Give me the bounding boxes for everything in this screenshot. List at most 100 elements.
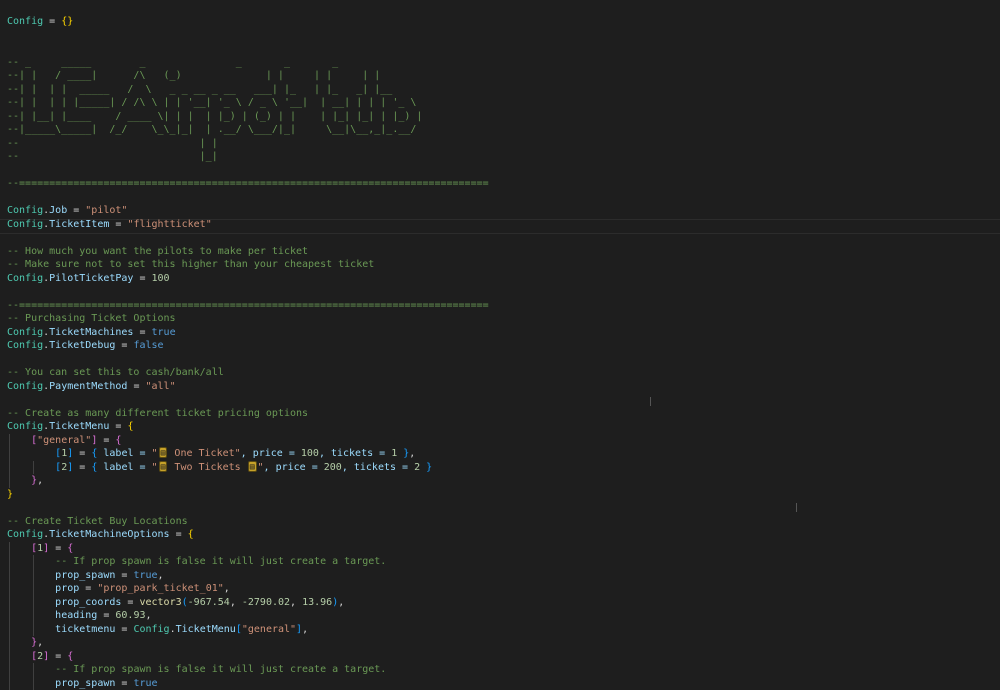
- code-line[interactable]: },: [7, 636, 43, 650]
- code-token: Config: [133, 624, 169, 635]
- code-line[interactable]: --| | | | |_____| / /\ \ | | '__| '_ \ /…: [7, 96, 416, 110]
- code-token: prop_spawn: [55, 570, 115, 581]
- code-token: TicketMenu: [49, 421, 109, 432]
- code-token: -- Purchasing Ticket Options: [7, 313, 176, 324]
- code-token: =: [121, 597, 139, 608]
- code-line[interactable]: prop_spawn = true: [7, 677, 158, 690]
- code-token: [7, 448, 55, 459]
- code-line[interactable]: --======================================…: [7, 299, 489, 313]
- code-editor[interactable]: Config = {} -- _ _____ _ _ _ _--| | / ___…: [0, 0, 1000, 670]
- code-token: ,: [290, 597, 302, 608]
- code-line[interactable]: --|_____\_____| /_/ \_\_|_| | .__/ \___/…: [7, 123, 416, 137]
- code-token: [7, 651, 31, 662]
- code-token: TicketItem: [49, 219, 109, 230]
- code-line[interactable]: -- |_|: [7, 150, 218, 164]
- code-token: --| | / ____| /\ (_) | | | | | |: [7, 70, 380, 81]
- code-line[interactable]: -- _ _____ _ _ _ _: [7, 56, 338, 70]
- code-line[interactable]: }: [7, 488, 13, 502]
- code-token: --======================================…: [7, 178, 489, 189]
- code-line[interactable]: --| | | | _____ / \ _ _ __ _ __ ___| |_ …: [7, 83, 392, 97]
- code-token: Config: [7, 273, 43, 284]
- code-token: Config: [7, 16, 43, 27]
- code-token: "flightticket": [127, 219, 211, 230]
- code-line[interactable]: -- Create as many different ticket prici…: [7, 407, 308, 421]
- code-token: ,: [37, 637, 43, 648]
- code-token: Config: [7, 327, 43, 338]
- code-line[interactable]: [2] = { label = "▤ Two Tickets ▤", price…: [7, 461, 432, 475]
- code-token: prop: [55, 583, 79, 594]
- code-line[interactable]: Config.TicketDebug = false: [7, 339, 164, 353]
- code-token: ,: [302, 624, 308, 635]
- code-token: "general": [242, 624, 296, 635]
- code-token: -- Create Ticket Buy Locations: [7, 516, 188, 527]
- code-token: =: [133, 273, 151, 284]
- code-token: Config: [7, 381, 43, 392]
- code-line[interactable]: --| |__| |____ / ____ \| | | | |_) | (_)…: [7, 110, 422, 124]
- code-token: label =: [97, 448, 151, 459]
- code-line[interactable]: Config.PaymentMethod = "all": [7, 380, 176, 394]
- code-token: =: [133, 327, 151, 338]
- code-token: --======================================…: [7, 300, 489, 311]
- code-token: [7, 583, 55, 594]
- code-token: [7, 610, 55, 621]
- code-token: true: [133, 570, 157, 581]
- code-token: "general": [37, 435, 91, 446]
- code-token: Job: [49, 205, 67, 216]
- code-line[interactable]: ticketmenu = Config.TicketMenu["general"…: [7, 623, 308, 637]
- code-line[interactable]: -- If prop spawn is false it will just c…: [7, 555, 386, 569]
- code-line[interactable]: -- Purchasing Ticket Options: [7, 312, 176, 326]
- code-token: =: [127, 381, 145, 392]
- code-token: -- |_|: [7, 151, 218, 162]
- code-token: Config: [7, 219, 43, 230]
- code-line[interactable]: prop = "prop_park_ticket_01",: [7, 582, 230, 596]
- code-token: [7, 597, 55, 608]
- code-line[interactable]: },: [7, 474, 43, 488]
- code-line[interactable]: -- Make sure not to set this higher than…: [7, 258, 374, 272]
- code-line[interactable]: --======================================…: [7, 177, 489, 191]
- code-token: , tickets =: [342, 462, 414, 473]
- code-token: "pilot": [85, 205, 127, 216]
- code-token: , tickets =: [319, 448, 391, 459]
- code-line[interactable]: prop_spawn = true,: [7, 569, 164, 583]
- code-token: [7, 624, 55, 635]
- code-token: TicketMenu: [176, 624, 236, 635]
- code-line[interactable]: Config = {}: [7, 15, 73, 29]
- code-line[interactable]: [2] = {: [7, 650, 73, 664]
- code-line[interactable]: Config.Job = "pilot": [7, 204, 127, 218]
- code-token: Config: [7, 529, 43, 540]
- code-token: 100: [152, 273, 170, 284]
- code-line[interactable]: ["general"] = {: [7, 434, 121, 448]
- code-line[interactable]: Config.TicketMachineOptions = {: [7, 528, 194, 542]
- code-token: prop_spawn: [55, 678, 115, 689]
- code-line[interactable]: -- Create Ticket Buy Locations: [7, 515, 188, 529]
- code-line[interactable]: Config.PilotTicketPay = 100: [7, 272, 170, 286]
- code-line[interactable]: -- How much you want the pilots to make …: [7, 245, 308, 259]
- code-token: -- Create as many different ticket prici…: [7, 408, 308, 419]
- code-line[interactable]: Config.TicketMachines = true: [7, 326, 176, 340]
- code-line[interactable]: --| | / ____| /\ (_) | | | | | |: [7, 69, 380, 83]
- code-token: [7, 435, 31, 446]
- mouse-cursor: [796, 503, 797, 512]
- ticket-emoji-icon: ▤: [159, 447, 168, 458]
- code-line[interactable]: Config.TicketItem = "flightticket": [7, 218, 212, 232]
- code-line[interactable]: [1] = {: [7, 542, 73, 556]
- code-line[interactable]: Config.TicketMenu = {: [7, 420, 133, 434]
- code-token: One Ticket": [168, 448, 240, 459]
- code-token: ": [152, 448, 158, 459]
- code-token: heading: [55, 610, 97, 621]
- code-token: TicketDebug: [49, 340, 115, 351]
- code-line[interactable]: -- | |: [7, 137, 218, 151]
- code-token: "all": [146, 381, 176, 392]
- code-line[interactable]: -- You can set this to cash/bank/all: [7, 366, 224, 380]
- code-token: =: [115, 570, 133, 581]
- code-token: -- Make sure not to set this higher than…: [7, 259, 374, 270]
- code-line[interactable]: prop_coords = vector3(-967.54, -2790.02,…: [7, 596, 344, 610]
- code-line[interactable]: [1] = { label = "▤ One Ticket", price = …: [7, 447, 415, 461]
- code-line[interactable]: heading = 60.93,: [7, 609, 152, 623]
- code-token: [7, 556, 55, 567]
- code-token: {}: [61, 16, 73, 27]
- code-token: =: [49, 651, 67, 662]
- code-token: -- You can set this to cash/bank/all: [7, 367, 224, 378]
- code-token: ticketmenu: [55, 624, 115, 635]
- code-token: }: [7, 489, 13, 500]
